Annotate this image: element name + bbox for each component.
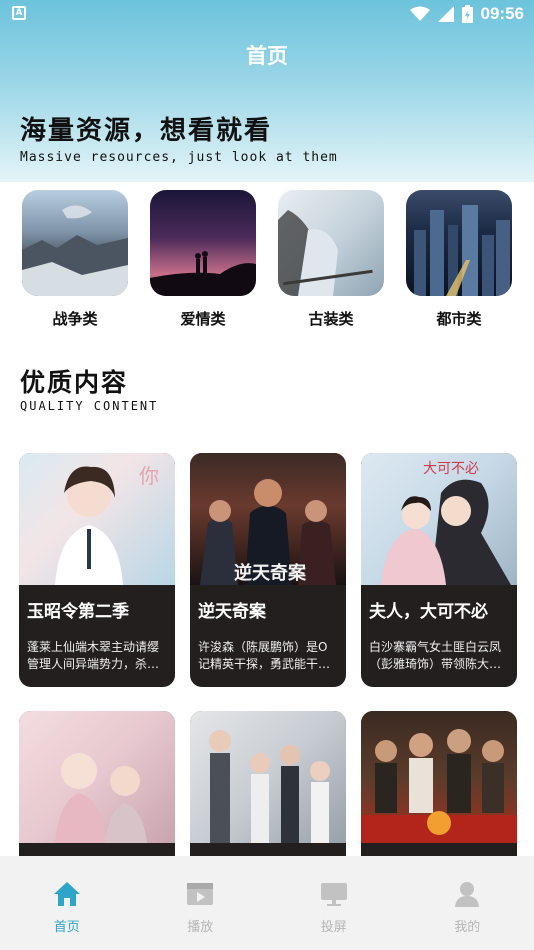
poster-image: 逆天奇案 [200,479,336,585]
status-bar: A 09:56 [0,0,534,28]
signal-icon [437,6,454,22]
card-poster [190,711,346,843]
category-row: 战争类 爱情类 古装类 都市类 [0,190,534,330]
category-label: 古装类 [308,310,354,328]
card-desc: 蓬莱上仙端木翠主动请缨管理人间异端势力，杀… [27,640,160,671]
poster-image [209,730,330,843]
card-poster [19,711,175,843]
category-war[interactable]: 战争类 [21,190,129,329]
status-right: 09:56 [409,3,524,25]
tab-label: 播放 [187,920,214,935]
header: A 09:56 首页 海量资源，想看就看 Massive resources, … [0,0,534,182]
slogan-cn: 海量资源，想看就看 [20,116,273,146]
category-thumb [406,190,512,296]
category-urban[interactable]: 都市类 [405,190,513,329]
tab-label: 我的 [454,920,481,935]
poster-image: 你 [55,464,159,585]
category-thumb [22,190,128,296]
content-card[interactable]: 你 玉昭令第二季 蓬莱上仙端木翠主动请缨管理人间异端势力，杀… [19,453,175,687]
card-poster: 逆天奇案 [190,453,346,585]
romance-scene-image [150,251,256,296]
tab-home[interactable]: 首页 [27,880,107,935]
poster-image [361,729,517,843]
city-scene-image [414,205,510,296]
page-title: 首页 [246,44,288,68]
slogan-en: Massive resources, just look at them [20,150,338,165]
svg-text:你: 你 [139,464,159,488]
card-title: 玉昭令第二季 [27,602,129,622]
tab-cast[interactable]: 投屏 [294,880,374,935]
card-title: 逆天奇案 [198,602,266,622]
battery-icon [461,5,473,23]
card-title: 夫人，大可不必 [369,602,488,622]
monitor-icon [320,883,347,906]
tab-label: 首页 [53,920,80,935]
card-poster: 大可不必 [361,453,517,585]
card-poster [361,711,517,843]
content-card[interactable]: 大可不必 夫人，大可不必 白沙寨霸气女土匪白云凤（彭雅琦饰）带领陈大… [361,453,517,687]
war-scene-image [22,205,128,296]
svg-text:逆天奇案: 逆天奇案 [234,562,307,584]
category-thumb [278,190,384,296]
wifi-icon [409,6,430,21]
poster-image: 大可不必 [381,461,511,585]
category-thumb [150,190,256,296]
content-card[interactable]: 逆天奇案 逆天奇案 许浚森（陈展鹏饰）是O记精英干探，勇武能干… [190,453,346,687]
poster-image [55,753,147,843]
svg-text:大可不必: 大可不必 [423,461,479,477]
category-label: 都市类 [436,310,482,328]
section-subtitle: QUALITY CONTENT [20,399,159,413]
status-time: 09:56 [480,4,524,23]
category-label: 爱情类 [180,310,226,328]
bottom-tab-bar: 首页 播放 投屏 我的 [0,856,534,950]
user-icon [455,882,480,907]
home-icon [53,882,80,906]
tab-play[interactable]: 播放 [160,880,240,935]
ancient-scene-image [278,210,373,296]
card-poster: 你 [19,453,175,585]
tab-label: 投屏 [320,920,347,935]
tab-profile[interactable]: 我的 [427,880,507,935]
film-icon [187,883,214,905]
card-desc: 许浚森（陈展鹏饰）是O记精英干探，勇武能干… [198,640,331,671]
card-desc: 白沙寨霸气女土匪白云凤（彭雅琦饰）带领陈大… [369,640,502,671]
notification-icon: A [12,6,26,20]
section-title: 优质内容 [20,368,129,397]
category-ancient[interactable]: 古装类 [277,190,385,329]
category-label: 战争类 [52,310,98,328]
category-romance[interactable]: 爱情类 [149,190,257,329]
